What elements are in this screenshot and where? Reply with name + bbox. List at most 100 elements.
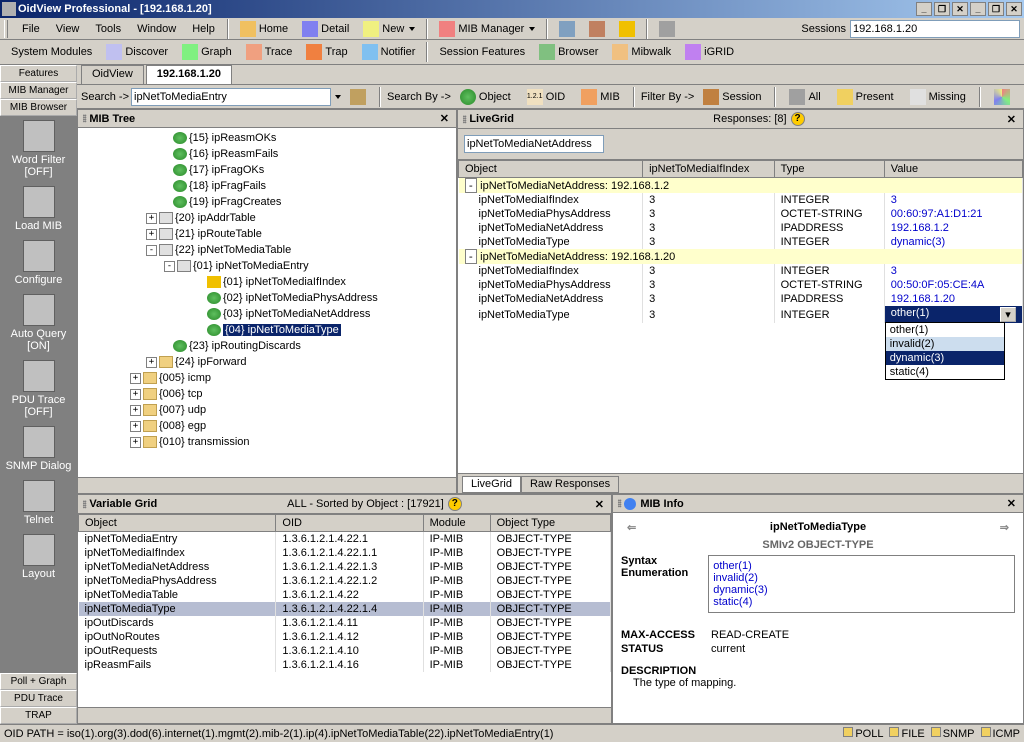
next-button[interactable]: ⇒	[994, 521, 1015, 534]
tree-node[interactable]: +{21} ipRouteTable	[80, 226, 454, 242]
tree-node[interactable]: +{007} udp	[80, 402, 454, 418]
close-button[interactable]: ✕	[952, 2, 968, 16]
menu-help[interactable]: Help	[184, 21, 223, 37]
sidebar-item[interactable]: Configure	[0, 236, 77, 290]
dropdown-option[interactable]: dynamic(3)	[886, 351, 1004, 365]
table-row[interactable]: ipReasmFails1.3.6.1.2.1.4.16IP-MIBOBJECT…	[79, 658, 611, 672]
tab-livegrid[interactable]: LiveGrid	[462, 476, 521, 493]
tree-node[interactable]: +{006} tcp	[80, 386, 454, 402]
search-input[interactable]	[131, 88, 331, 106]
sidebar-tab-features[interactable]: Features	[0, 65, 77, 82]
tree-node[interactable]: +{010} transmission	[80, 434, 454, 450]
cell-value[interactable]: 00:50:0F:05:CE:4A	[884, 278, 1022, 292]
child-close-button[interactable]: ✕	[1006, 2, 1022, 16]
expand-icon[interactable]: +	[146, 229, 157, 240]
scrollbar[interactable]	[78, 477, 456, 493]
expand-icon[interactable]: +	[130, 389, 141, 400]
table-row[interactable]: ipNetToMediaPhysAddress3OCTET-STRING00:5…	[459, 278, 1023, 292]
child-restore-button[interactable]: ❐	[988, 2, 1004, 16]
searchby-oid[interactable]: 1.2.1OID	[520, 86, 573, 108]
sidebar-item[interactable]: PDU Trace [OFF]	[0, 356, 77, 422]
filter-session[interactable]: Session	[696, 86, 768, 108]
table-row[interactable]: ipNetToMediaIfIndex3INTEGER3	[459, 193, 1023, 207]
igrid-button[interactable]: iGRID	[678, 41, 741, 63]
table-row[interactable]: ipNetToMediaNetAddress3IPADDRESS192.168.…	[459, 221, 1023, 235]
tree-node[interactable]: {03} ipNetToMediaNetAddress	[80, 306, 454, 322]
notifier-button[interactable]: Notifier	[355, 41, 423, 63]
chevron-down-icon[interactable]	[335, 95, 341, 99]
tab-session[interactable]: 192.168.1.20	[146, 65, 232, 84]
dropdown-option[interactable]: static(4)	[886, 365, 1004, 379]
expand-icon[interactable]: +	[130, 437, 141, 448]
expand-icon[interactable]: +	[130, 405, 141, 416]
cell-value[interactable]: 192.168.1.2	[884, 221, 1022, 235]
chevron-down-icon[interactable]: ▾	[1000, 307, 1016, 322]
vargrid-table[interactable]: ObjectOIDModuleObject TypeipNetToMediaEn…	[78, 514, 611, 707]
dropdown-option[interactable]: other(1)	[886, 323, 1004, 337]
graph-button[interactable]: Graph	[175, 41, 239, 63]
tool-icon-3[interactable]	[612, 18, 642, 40]
cell-value[interactable]: 192.168.1.20	[884, 292, 1022, 306]
column-header[interactable]: OID	[276, 515, 423, 532]
sidebar-tab-pdu-trace[interactable]: PDU Trace	[0, 690, 77, 707]
tool-icon-1[interactable]	[552, 18, 582, 40]
menu-tools[interactable]: Tools	[87, 21, 129, 37]
livegrid-field-input[interactable]	[464, 135, 604, 153]
trace-button[interactable]: Trace	[239, 41, 300, 63]
collapse-icon[interactable]: -	[164, 261, 175, 272]
searchby-object[interactable]: Object	[453, 86, 518, 108]
table-row[interactable]: ipOutNoRoutes1.3.6.1.2.1.4.12IP-MIBOBJEC…	[79, 630, 611, 644]
minimize-button[interactable]: _	[916, 2, 932, 16]
table-row[interactable]: ipNetToMediaIfIndex3INTEGER3	[459, 264, 1023, 278]
searchby-mib[interactable]: MIB	[574, 86, 627, 108]
tree-node[interactable]: {17} ipFragOKs	[80, 162, 454, 178]
column-header[interactable]: Type	[774, 161, 884, 178]
table-row[interactable]: ipNetToMediaNetAddress1.3.6.1.2.1.4.22.1…	[79, 560, 611, 574]
trap-button[interactable]: Trap	[299, 41, 354, 63]
search-go-button[interactable]	[343, 86, 373, 108]
table-row[interactable]: ipNetToMediaIfIndex1.3.6.1.2.1.4.22.1.1I…	[79, 546, 611, 560]
sidebar-tab-mib-browser[interactable]: MIB Browser	[0, 99, 77, 116]
help-icon[interactable]: ?	[791, 112, 805, 126]
child-minimize-button[interactable]: _	[970, 2, 986, 16]
column-header[interactable]: ipNetToMediaIfIndex	[643, 161, 775, 178]
mib-manager-button[interactable]: MIB Manager	[432, 18, 542, 40]
sidebar-item[interactable]: Load MIB	[0, 182, 77, 236]
tree-node[interactable]: -{22} ipNetToMediaTable	[80, 242, 454, 258]
mibwalk-button[interactable]: Mibwalk	[605, 41, 678, 63]
column-header[interactable]: Module	[423, 515, 490, 532]
tree-node[interactable]: {19} ipFragCreates	[80, 194, 454, 210]
tree-node[interactable]: +{24} ipForward	[80, 354, 454, 370]
session-input[interactable]	[850, 20, 1020, 38]
scrollbar[interactable]	[78, 707, 611, 723]
prev-button[interactable]: ⇐	[621, 521, 642, 534]
home-button[interactable]: Home	[233, 18, 295, 40]
tree-node[interactable]: {23} ipRoutingDiscards	[80, 338, 454, 354]
tree-node[interactable]: {04} ipNetToMediaType	[80, 322, 454, 338]
tab-raw-responses[interactable]: Raw Responses	[521, 476, 619, 493]
browser-button[interactable]: Browser	[532, 41, 605, 63]
sidebar-tab-mib-manager[interactable]: MIB Manager	[0, 82, 77, 99]
collapse-icon[interactable]: -	[146, 245, 157, 256]
tool-icon-4[interactable]	[652, 18, 682, 40]
table-row[interactable]: ipNetToMediaPhysAddress1.3.6.1.2.1.4.22.…	[79, 574, 611, 588]
livegrid-table[interactable]: ObjectipNetToMediaIfIndexTypeValue- ipNe…	[458, 160, 1023, 473]
tree-node[interactable]: -{01} ipNetToMediaEntry	[80, 258, 454, 274]
expand-icon[interactable]: +	[146, 213, 157, 224]
help-icon[interactable]: ?	[448, 497, 462, 511]
cell-value-dropdown[interactable]: ▾other(1)invalid(2)dynamic(3)static(4)	[884, 306, 1022, 323]
tool-icon-2[interactable]	[582, 18, 612, 40]
menu-file[interactable]: File	[14, 21, 48, 37]
tree-body[interactable]: {15} ipReasmOKs{16} ipReasmFails{17} ipF…	[78, 128, 456, 477]
cell-value[interactable]: 00:60:97:A1:D1:21	[884, 207, 1022, 221]
new-button[interactable]: New	[356, 18, 422, 40]
tree-node[interactable]: +{008} egp	[80, 418, 454, 434]
table-row[interactable]: ipOutDiscards1.3.6.1.2.1.4.11IP-MIBOBJEC…	[79, 616, 611, 630]
sidebar-item[interactable]: Word Filter [OFF]	[0, 116, 77, 182]
tree-node[interactable]: {01} ipNetToMediaIfIndex	[80, 274, 454, 290]
session-features-button[interactable]: Session Features	[432, 43, 532, 61]
restore-button[interactable]: ❐	[934, 2, 950, 16]
close-panel-button[interactable]: ✕	[1004, 113, 1019, 126]
expand-icon[interactable]: +	[146, 357, 157, 368]
expand-icon[interactable]: +	[130, 421, 141, 432]
